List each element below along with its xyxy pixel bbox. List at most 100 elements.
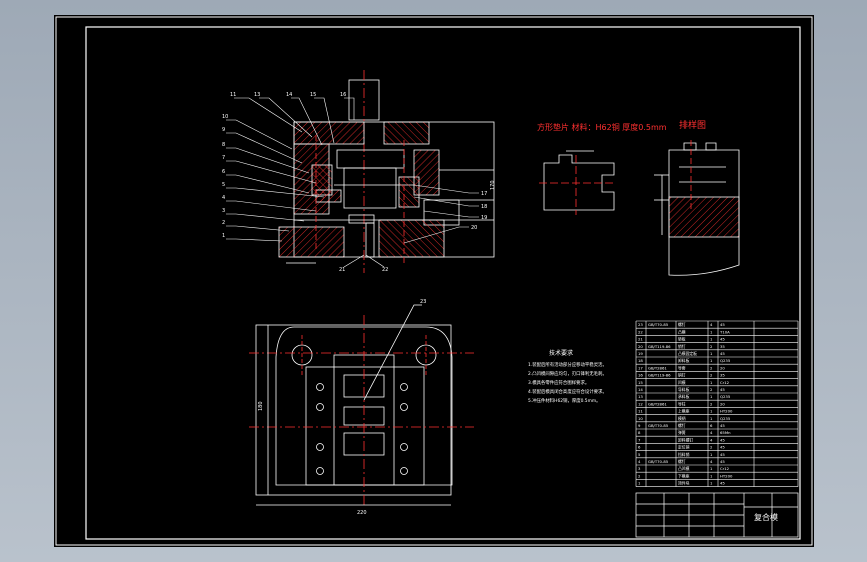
bom-cell: 45 bbox=[720, 437, 725, 442]
bom-cell: 4 bbox=[710, 437, 713, 442]
bom-cell: 2 bbox=[710, 365, 713, 370]
bom-cell: 16 bbox=[638, 373, 643, 378]
bom-cell: GB/T2861 bbox=[648, 401, 667, 406]
bom-cell: 凸凹模 bbox=[678, 466, 690, 471]
svg-text:5.冲压件材料H62铜，厚度0.5mm。: 5.冲压件材料H62铜，厚度0.5mm。 bbox=[528, 397, 601, 404]
svg-text:170: 170 bbox=[490, 180, 496, 190]
svg-text:14: 14 bbox=[286, 92, 292, 98]
bom-cell: 凸模固定板 bbox=[678, 351, 697, 356]
svg-text:18: 18 bbox=[481, 204, 487, 210]
svg-text:2: 2 bbox=[222, 220, 225, 226]
section-callout-labels: 11 13 14 15 16 10 9 8 7 6 5 4 3 2 1 17 1… bbox=[222, 92, 496, 273]
bom-cell: 1 bbox=[710, 394, 713, 399]
strip-layout-view[interactable] bbox=[539, 150, 615, 215]
bom-cell: 45 bbox=[720, 459, 725, 464]
bom-cell: 23 bbox=[638, 322, 643, 327]
bom-cell: 导套 bbox=[678, 365, 686, 370]
bom-cell: 销钉 bbox=[678, 344, 686, 349]
svg-text:4.装配后模具闭合高度应符合设计要求。: 4.装配后模具闭合高度应符合设计要求。 bbox=[528, 388, 607, 395]
svg-text:10: 10 bbox=[222, 114, 228, 120]
bom-cell: 2 bbox=[638, 473, 641, 478]
bom-cell: 45 bbox=[720, 423, 725, 428]
bom-cell: GB/T119-86 bbox=[648, 373, 671, 378]
bom-cell: 1 bbox=[710, 329, 713, 334]
svg-text:22: 22 bbox=[382, 267, 388, 273]
bom-cell: GB/T70-85 bbox=[648, 423, 669, 428]
bom-cell: 2 bbox=[710, 344, 713, 349]
title-drawing-name: 复合模 bbox=[754, 512, 778, 522]
bom-cell: 上模座 bbox=[678, 409, 690, 414]
bom-cell: 螺钉 bbox=[678, 459, 686, 464]
bom-cell: HT200 bbox=[720, 409, 733, 414]
bill-of-materials[interactable]: 23 GB/T70-85 螺钉 4 4522 凸模 1 T10A21 垫板 1 4520 GB/T11… bbox=[635, 320, 799, 487]
bom-cell: 定位销 bbox=[678, 445, 690, 450]
bom-cell: 3 bbox=[638, 466, 641, 471]
bom-cell: 螺钉 bbox=[678, 423, 686, 428]
bom-cell: 11 bbox=[638, 409, 643, 414]
svg-text:21: 21 bbox=[339, 267, 345, 273]
bom-cell: 18 bbox=[638, 358, 643, 363]
sample-view[interactable] bbox=[654, 140, 740, 276]
bom-cell: 模柄 bbox=[678, 416, 686, 421]
bom-cell: 销钉 bbox=[678, 373, 686, 378]
svg-text:16: 16 bbox=[340, 92, 346, 98]
bom-cell: 1 bbox=[710, 337, 713, 342]
svg-text:4: 4 bbox=[222, 195, 225, 201]
bom-cell: 20 bbox=[720, 401, 725, 406]
bom-cell: 45 bbox=[720, 387, 725, 392]
bom-cell: Q235 bbox=[720, 394, 731, 399]
svg-text:15: 15 bbox=[310, 92, 316, 98]
bom-cell: 5 bbox=[638, 452, 641, 457]
bom-cell: 1 bbox=[710, 351, 713, 356]
bom-cell: 顶件块 bbox=[678, 481, 690, 486]
bom-cell: 凹模 bbox=[678, 380, 686, 385]
bom-cell: 6 bbox=[638, 445, 641, 450]
inner-frame bbox=[85, 26, 801, 540]
plan-height-dim: 180 bbox=[258, 401, 264, 411]
svg-text:2.凸凹模间隙应均匀，刃口锋利无毛刺。: 2.凸凹模间隙应均匀，刃口锋利无毛刺。 bbox=[528, 370, 607, 377]
bom-cell: 20 bbox=[638, 344, 643, 349]
cad-drawing[interactable]: 11 13 14 15 16 10 9 8 7 6 5 4 3 2 1 17 1… bbox=[54, 15, 814, 547]
bom-cell: Q235 bbox=[720, 416, 731, 421]
bom-cell: 7 bbox=[638, 437, 641, 442]
bom-cell: 45 bbox=[720, 322, 725, 327]
section-view[interactable] bbox=[278, 70, 495, 273]
svg-text:3: 3 bbox=[222, 208, 225, 214]
plan-width-dim: 220 bbox=[357, 510, 367, 516]
bom-cell: 35 bbox=[720, 344, 725, 349]
svg-text:19: 19 bbox=[481, 215, 487, 221]
bom-cell: 19 bbox=[638, 351, 643, 356]
svg-text:13: 13 bbox=[254, 92, 260, 98]
bom-cell: 凸模 bbox=[678, 329, 686, 334]
plan-view[interactable] bbox=[249, 304, 474, 507]
bom-cell: 8 bbox=[638, 430, 641, 435]
bom-cell: GB/T70-85 bbox=[648, 459, 669, 464]
bom-cell: 45 bbox=[720, 337, 725, 342]
bom-cell: 导柱 bbox=[678, 401, 686, 406]
bom-cell: Cr12 bbox=[720, 466, 730, 471]
bom-cell: 2 bbox=[710, 401, 713, 406]
bom-cell: 卸料螺钉 bbox=[678, 437, 693, 442]
plan-callout-label: 23 bbox=[420, 299, 426, 305]
bom-cell: GB/T2861 bbox=[648, 365, 667, 370]
bom-cell: T10A bbox=[719, 329, 730, 334]
bom-cell: GB/T70-85 bbox=[648, 322, 669, 327]
bom-cell: 2 bbox=[710, 373, 713, 378]
bom-cell: 45 bbox=[720, 481, 725, 486]
bom-cell: 挡料销 bbox=[678, 452, 690, 457]
sample-view-heading: 排样图 bbox=[679, 119, 706, 131]
bom-cell: 4 bbox=[710, 322, 713, 327]
cad-viewport[interactable]: 11 13 14 15 16 10 9 8 7 6 5 4 3 2 1 17 1… bbox=[54, 15, 814, 547]
bom-cell: HT200 bbox=[720, 473, 733, 478]
svg-text:7: 7 bbox=[222, 155, 225, 161]
svg-text:3.模具各零件应符合图样要求。: 3.模具各零件应符合图样要求。 bbox=[528, 379, 589, 386]
svg-text:1: 1 bbox=[222, 233, 225, 239]
svg-text:9: 9 bbox=[222, 127, 225, 133]
strip-layout-heading: 方形垫片 材料：H62铜 厚度0.5mm bbox=[537, 122, 667, 132]
bom-cell: 45 bbox=[720, 351, 725, 356]
bom-cell: 垫板 bbox=[678, 337, 686, 342]
bom-cell: 承料板 bbox=[678, 394, 690, 399]
bom-cell: GB/T119-86 bbox=[648, 344, 671, 349]
svg-text:17: 17 bbox=[481, 191, 487, 197]
bom-cell: 35 bbox=[720, 373, 725, 378]
